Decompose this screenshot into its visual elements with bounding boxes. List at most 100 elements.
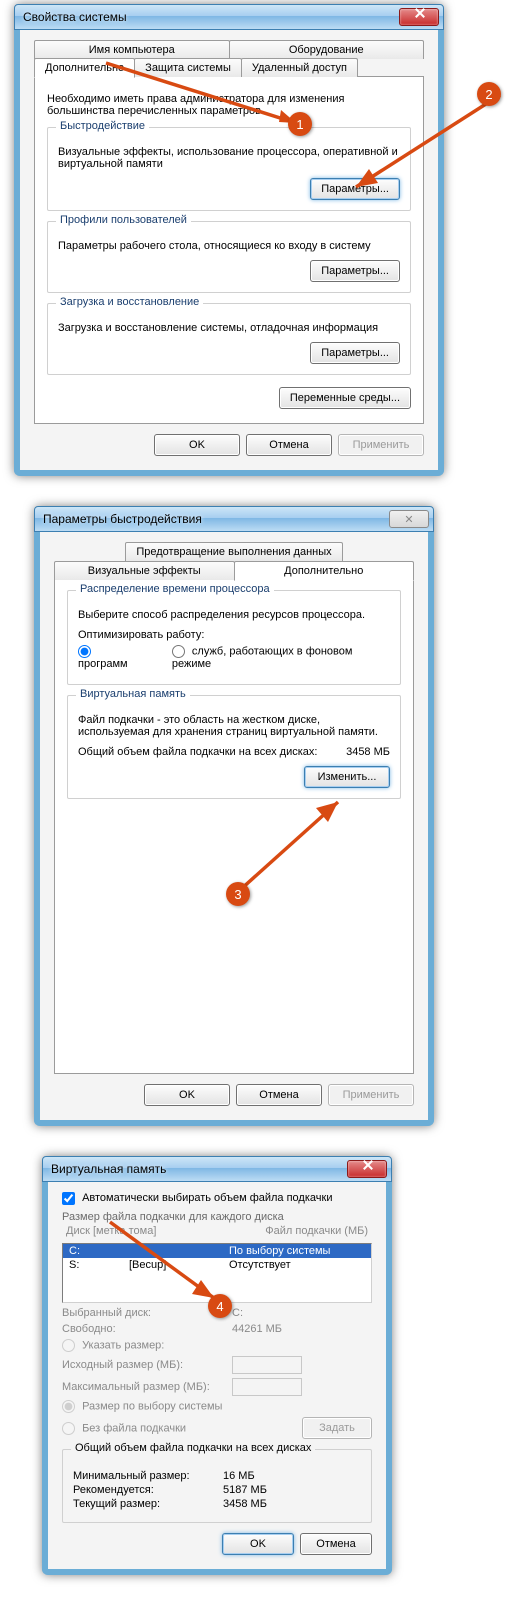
- drive-row-s[interactable]: S: [Becup] Отсутствует: [63, 1258, 371, 1272]
- group-user-profiles: Профили пользователей Параметры рабочего…: [47, 221, 411, 293]
- tab-computer-name[interactable]: Имя компьютера: [34, 40, 230, 59]
- auto-manage-checkbox[interactable]: Автоматически выбирать объем файла подка…: [62, 1192, 332, 1204]
- group-startup-recovery: Загрузка и восстановление Загрузка и вос…: [47, 303, 411, 375]
- min-size-value: 16 МБ: [223, 1470, 255, 1482]
- close-icon: [362, 1164, 372, 1174]
- window-title: Свойства системы: [23, 10, 399, 24]
- radio-programs[interactable]: программ: [78, 645, 146, 670]
- performance-settings-button[interactable]: Параметры...: [310, 178, 400, 200]
- list-header-disk: Диск [метка тома]: [66, 1225, 265, 1237]
- client-area: Предотвращение выполнения данных Визуаль…: [40, 532, 428, 1120]
- step-marker-2: 2: [477, 82, 501, 106]
- radio-no-paging-file: Без файла подкачки: [62, 1422, 186, 1435]
- radio-custom-size-label: Указать размер:: [82, 1339, 164, 1351]
- drive-letter: C:: [69, 1245, 129, 1257]
- current-size-value: 3458 МБ: [223, 1498, 267, 1510]
- window-title: Параметры быстродействия: [43, 512, 389, 526]
- close-button[interactable]: [399, 8, 439, 26]
- drive-row-c[interactable]: C: По выбору системы: [63, 1244, 371, 1258]
- group-total-pagefile: Общий объем файла подкачки на всех диска…: [62, 1449, 372, 1523]
- radio-background-services-label: служб, работающих в фоновом режиме: [172, 645, 353, 670]
- vm-change-button[interactable]: Изменить...: [304, 766, 390, 788]
- radio-custom-size: Указать размер:: [62, 1339, 164, 1352]
- group-user-profiles-desc: Параметры рабочего стола, относящиеся ко…: [58, 240, 400, 252]
- user-profiles-settings-button[interactable]: Параметры...: [310, 260, 400, 282]
- drive-label: [Becup]: [129, 1259, 229, 1271]
- vm-total-label: Общий объем файла подкачки на всех диска…: [78, 746, 317, 758]
- group-performance-desc: Визуальные эффекты, использование процес…: [58, 146, 400, 170]
- environment-variables-button[interactable]: Переменные среды...: [279, 387, 411, 409]
- tab-advanced[interactable]: Дополнительно: [34, 58, 135, 78]
- recommended-size-label: Рекомендуется:: [73, 1484, 223, 1496]
- dialog-buttons: OK Отмена Применить: [34, 434, 424, 456]
- titlebar[interactable]: Свойства системы: [14, 4, 444, 30]
- radio-system-managed: Размер по выбору системы: [62, 1400, 222, 1413]
- titlebar[interactable]: Виртуальная память: [42, 1156, 392, 1182]
- group-user-profiles-title: Профили пользователей: [56, 214, 191, 226]
- list-caption: Размер файла подкачки для каждого диска: [62, 1211, 372, 1223]
- optimize-label: Оптимизировать работу:: [78, 629, 390, 641]
- tabs-row-bottom: Дополнительно Защита системы Удаленный д…: [34, 58, 424, 77]
- virtual-memory-window: Виртуальная память Автоматически выбират…: [42, 1156, 392, 1575]
- current-size-label: Текущий размер:: [73, 1498, 223, 1510]
- group-startup-recovery-title: Загрузка и восстановление: [56, 296, 203, 308]
- intro-text: Необходимо иметь права администратора дл…: [47, 93, 411, 117]
- ok-button[interactable]: OK: [222, 1533, 294, 1555]
- free-space-value: 44261 МБ: [232, 1323, 282, 1335]
- group-processor-scheduling-title: Распределение времени процессора: [76, 583, 274, 595]
- auto-manage-label: Автоматически выбирать объем файла подка…: [82, 1192, 332, 1204]
- group-virtual-memory: Виртуальная память Файл подкачки - это о…: [67, 695, 401, 799]
- max-size-label: Максимальный размер (МБ):: [62, 1381, 232, 1393]
- group-total-pagefile-title: Общий объем файла подкачки на всех диска…: [71, 1442, 315, 1454]
- dialog-buttons: OK Отмена Применить: [54, 1084, 414, 1106]
- radio-system-managed-label: Размер по выбору системы: [82, 1400, 222, 1412]
- performance-options-window: Параметры быстродействия ✕ Предотвращени…: [34, 506, 434, 1126]
- selected-drive-value: C:: [232, 1307, 243, 1319]
- apply-button: Применить: [338, 434, 424, 456]
- tab-remote[interactable]: Удаленный доступ: [241, 58, 358, 77]
- drive-pagefile: Отсутствует: [229, 1259, 365, 1271]
- radio-background-services[interactable]: служб, работающих в фоновом режиме: [172, 645, 390, 670]
- drive-list[interactable]: C: По выбору системы S: [Becup] Отсутств…: [62, 1243, 372, 1303]
- tab-body: Необходимо иметь права администратора дл…: [34, 76, 424, 424]
- group-performance-title: Быстродействие: [56, 120, 149, 132]
- client-area: Имя компьютера Оборудование Дополнительн…: [20, 30, 438, 470]
- ok-button[interactable]: OK: [144, 1084, 230, 1106]
- tab-advanced[interactable]: Дополнительно: [234, 561, 415, 581]
- titlebar[interactable]: Параметры быстродействия ✕: [34, 506, 434, 532]
- apply-button: Применить: [328, 1084, 414, 1106]
- tab-body: Распределение времени процессора Выберит…: [54, 579, 414, 1074]
- tab-system-protection[interactable]: Защита системы: [134, 58, 242, 77]
- vm-total-value: 3458 МБ: [346, 746, 390, 758]
- close-icon: ✕: [404, 513, 413, 526]
- radio-no-paging-file-label: Без файла подкачки: [82, 1422, 186, 1434]
- close-icon: [414, 12, 424, 22]
- cancel-button[interactable]: Отмена: [300, 1533, 372, 1555]
- group-processor-scheduling: Распределение времени процессора Выберит…: [67, 590, 401, 685]
- drive-letter: S:: [69, 1259, 129, 1271]
- window-title: Виртуальная память: [51, 1162, 347, 1176]
- startup-recovery-settings-button[interactable]: Параметры...: [310, 342, 400, 364]
- tab-visual-effects[interactable]: Визуальные эффекты: [54, 561, 235, 580]
- cancel-button[interactable]: Отмена: [246, 434, 332, 456]
- close-button[interactable]: ✕: [389, 510, 429, 528]
- tabs-row-top: Имя компьютера Оборудование: [34, 40, 424, 59]
- set-button: Задать: [302, 1417, 372, 1439]
- drive-label: [129, 1245, 229, 1257]
- close-button[interactable]: [347, 1160, 387, 1178]
- ok-button[interactable]: OK: [154, 434, 240, 456]
- drive-pagefile: По выбору системы: [229, 1245, 365, 1257]
- selected-drive-label: Выбранный диск:: [62, 1307, 232, 1319]
- tab-hardware[interactable]: Оборудование: [229, 40, 425, 59]
- group-virtual-memory-desc: Файл подкачки - это область на жестком д…: [78, 714, 390, 738]
- initial-size-label: Исходный размер (МБ):: [62, 1359, 232, 1371]
- cancel-button[interactable]: Отмена: [236, 1084, 322, 1106]
- recommended-size-value: 5187 МБ: [223, 1484, 267, 1496]
- group-virtual-memory-title: Виртуальная память: [76, 688, 190, 700]
- tab-dep[interactable]: Предотвращение выполнения данных: [125, 542, 342, 561]
- dialog-buttons: OK Отмена: [62, 1533, 372, 1555]
- group-startup-recovery-desc: Загрузка и восстановление системы, отлад…: [58, 322, 400, 334]
- initial-size-input: [232, 1356, 302, 1374]
- system-properties-window: Свойства системы Имя компьютера Оборудов…: [14, 4, 444, 476]
- group-performance: Быстродействие Визуальные эффекты, испол…: [47, 127, 411, 211]
